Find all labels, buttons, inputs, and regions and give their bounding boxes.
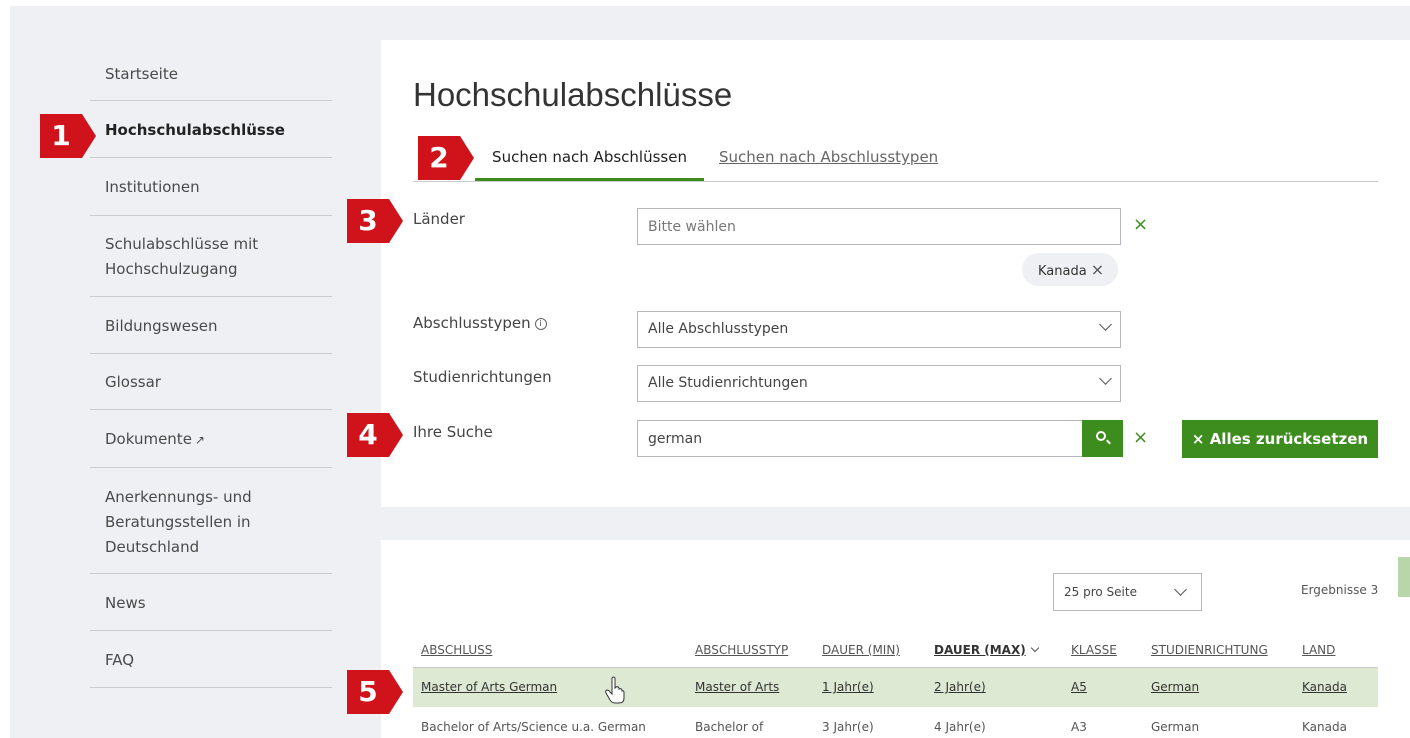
cell-abschlusstyp[interactable]: Master of Arts — [687, 667, 814, 707]
sidebar-item-hochschulabschluesse[interactable]: Hochschulabschlüsse — [90, 101, 332, 158]
tab-suchen-nach-abschlusstypen[interactable]: Suchen nach Abschlusstypen — [719, 148, 938, 166]
marker-3: 3 — [347, 199, 405, 243]
marker-1: 1 — [40, 114, 98, 158]
sidebar-nav: Startseite Hochschulabschlüsse Instituti… — [90, 48, 332, 688]
chevron-down-icon — [1174, 583, 1187, 596]
sidebar-item-glossar[interactable]: Glossar — [90, 354, 332, 410]
cell-klasse[interactable]: A5 — [1063, 667, 1143, 707]
tab-suchen-nach-abschluessen[interactable]: Suchen nach Abschlüssen — [475, 148, 704, 181]
laender-input[interactable] — [637, 208, 1121, 245]
column-header-land[interactable]: LAND — [1294, 633, 1378, 668]
cell-dauer-min[interactable]: 1 Jahr(e) — [814, 667, 926, 707]
cell-abschluss[interactable]: Master of Arts German — [413, 667, 687, 707]
remove-chip-icon[interactable]: × — [1091, 260, 1104, 279]
table-row[interactable]: Bachelor of Arts/Science u.a. German Bac… — [413, 707, 1378, 738]
search-icon — [1096, 431, 1106, 441]
sidebar-item-faq[interactable]: FAQ — [90, 631, 332, 688]
cell-land: Kanada — [1302, 720, 1347, 734]
sidebar-item-dokumente[interactable]: Dokumente ↗ — [90, 410, 332, 468]
sidebar-item-schulabschluesse[interactable]: Schulabschlüsse mit Hochschulzugang — [90, 216, 332, 297]
hand-cursor-icon — [605, 676, 625, 704]
sidebar-item-news[interactable]: News — [90, 574, 332, 631]
studienrichtungen-label: Studienrichtungen — [413, 368, 552, 386]
cell-dauer-max: 4 Jahr(e) — [934, 720, 986, 734]
search-input[interactable] — [637, 420, 1083, 457]
external-link-icon: ↗ — [194, 433, 205, 447]
sidebar-item-bildungswesen[interactable]: Bildungswesen — [90, 297, 332, 354]
laender-label: Länder — [413, 210, 465, 228]
cell-abschluss: Bachelor of Arts/Science u.a. German — [421, 720, 646, 734]
info-icon[interactable]: i — [534, 318, 547, 330]
cell-studienrichtung[interactable]: German — [1143, 667, 1294, 707]
cell-dauer-max[interactable]: 2 Jahr(e) — [926, 667, 1063, 707]
clear-laender-icon[interactable]: × — [1133, 216, 1148, 234]
sidebar-item-anerkennungsstellen[interactable]: Anerkennungs- und Beratungsstellen in Deut… — [90, 468, 332, 574]
results-table: ABSCHLUSS ABSCHLUSSTYP DAUER (MIN) DAUER… — [413, 633, 1378, 738]
country-chip-kanada[interactable]: Kanada × — [1022, 253, 1118, 286]
column-header-studienrichtung[interactable]: STUDIENRICHTUNG — [1143, 633, 1294, 668]
table-header-row: ABSCHLUSS ABSCHLUSSTYP DAUER (MIN) DAUER… — [413, 633, 1378, 668]
column-header-dauer-min[interactable]: DAUER (MIN) — [814, 633, 926, 668]
cell-dauer-min: 3 Jahr(e) — [822, 720, 874, 734]
cell-studienrichtung: German — [1151, 720, 1200, 734]
marker-2: 2 — [418, 136, 476, 180]
column-header-abschluss[interactable]: ABSCHLUSS — [413, 633, 687, 668]
sidebar-item-startseite[interactable]: Startseite — [90, 48, 332, 101]
abschlusstypen-label: Abschlusstypen i — [413, 314, 547, 332]
per-page-select[interactable]: 25 pro Seite — [1053, 573, 1202, 611]
studienrichtungen-select[interactable]: Alle Studienrichtungen — [637, 365, 1121, 402]
scroll-to-top-handle[interactable] — [1398, 557, 1410, 597]
column-header-abschlusstyp[interactable]: ABSCHLUSSTYP — [687, 633, 814, 668]
marker-4: 4 — [347, 413, 405, 457]
cell-klasse: A3 — [1071, 720, 1087, 734]
results-count: Ergebnisse 3 — [1301, 583, 1379, 597]
abschlusstypen-select[interactable]: Alle Abschlusstypen — [637, 311, 1121, 348]
clear-search-icon[interactable]: × — [1133, 429, 1148, 447]
sort-chevron-icon — [1030, 643, 1039, 652]
chevron-down-icon — [1099, 318, 1112, 331]
ihre-suche-label: Ihre Suche — [413, 423, 493, 441]
search-button[interactable] — [1082, 420, 1123, 457]
marker-5: 5 — [347, 670, 405, 714]
cell-land[interactable]: Kanada — [1294, 667, 1378, 707]
cell-abschlusstyp: Bachelor of — [695, 720, 764, 734]
close-icon: × — [1191, 430, 1205, 448]
page-title: Hochschulabschlüsse — [413, 76, 733, 113]
chevron-down-icon — [1099, 372, 1112, 385]
column-header-dauer-max[interactable]: DAUER (MAX) — [926, 633, 1063, 668]
sidebar-item-institutionen[interactable]: Institutionen — [90, 158, 332, 216]
table-row[interactable]: Master of Arts German Master of Arts 1 J… — [413, 667, 1378, 707]
tab-bar: Suchen nach Abschlüssen Suchen nach Absc… — [413, 136, 1378, 182]
reset-all-button[interactable]: × Alles zurücksetzen — [1182, 420, 1378, 458]
column-header-klasse[interactable]: KLASSE — [1063, 633, 1143, 668]
